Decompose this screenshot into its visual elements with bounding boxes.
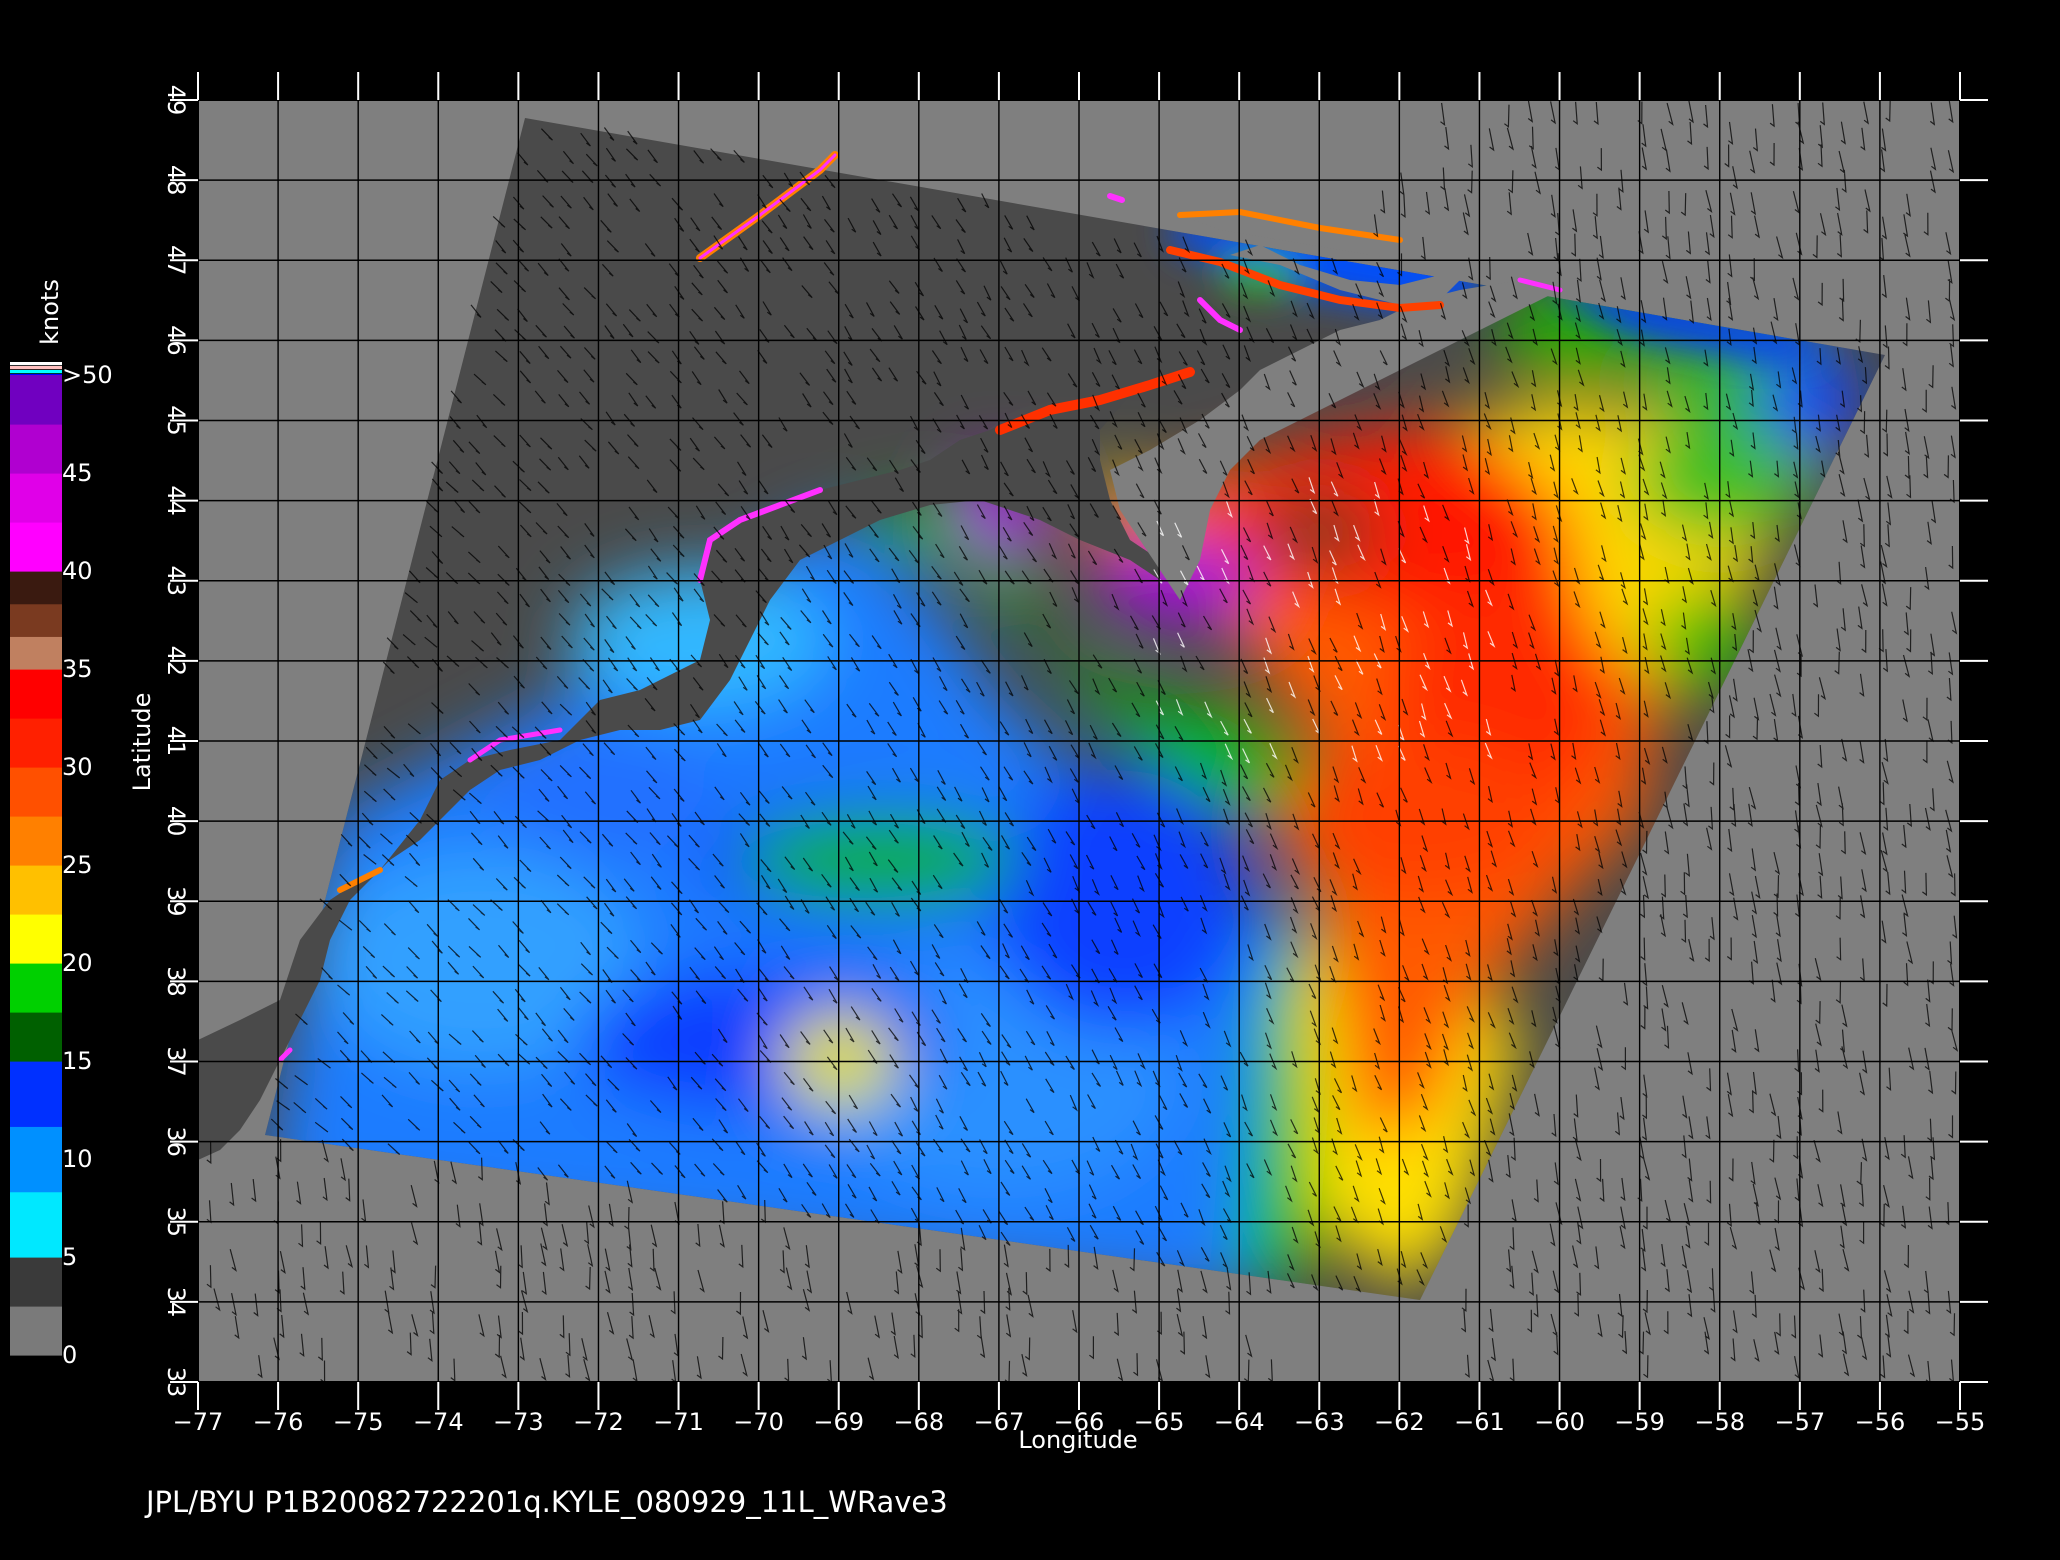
colorbar-label-0: >50 xyxy=(62,361,113,389)
colorbar: >50 45 40 35 30 25 20 15 10 5 0 knots xyxy=(10,279,113,1369)
x-tick-label-12: −65 xyxy=(1134,1408,1185,1436)
x-tick-label-2: −75 xyxy=(333,1408,384,1436)
colorbar-band-7-1 xyxy=(10,375,62,425)
y-tick-label-8: 41 xyxy=(162,726,190,757)
x-tick-label-1: −76 xyxy=(253,1408,304,1436)
colorbar-top-stripes xyxy=(10,362,62,378)
colorbar-band-5-0 xyxy=(10,636,62,670)
colorbar-stripe-0 xyxy=(10,362,62,366)
x-tick-label-9: −68 xyxy=(893,1408,944,1436)
colorbar-band-3-0 xyxy=(10,914,62,964)
y-tick-label-11: 44 xyxy=(162,485,190,516)
colorbar-band-4-0 xyxy=(10,718,62,768)
colorbar-label-10: 0 xyxy=(62,1341,77,1369)
y-tick-label-10: 43 xyxy=(162,565,190,596)
colorbar-label-3: 35 xyxy=(62,655,93,683)
x-tick-label-13: −64 xyxy=(1214,1408,1265,1436)
y-tick-label-13: 46 xyxy=(162,325,190,356)
y-axis-tick-labels: 33 34 35 36 37 38 39 40 41 42 43 44 45 46 47 48 49 xyxy=(162,85,190,1398)
colorbar-band-4-1 xyxy=(10,669,62,719)
x-tick-label-20: −57 xyxy=(1774,1408,1825,1436)
colorbar-label-9: 5 xyxy=(62,1243,77,1271)
x-tick-label-22: −55 xyxy=(1935,1408,1986,1436)
colorbar-band-5-2 xyxy=(10,571,62,605)
colorbar-label-4: 30 xyxy=(62,753,93,781)
y-tick-label-1: 34 xyxy=(162,1287,190,1318)
colorbar-band-0-0 xyxy=(10,1306,62,1356)
x-tick-label-6: −71 xyxy=(653,1408,704,1436)
y-tick-label-2: 35 xyxy=(162,1206,190,1237)
x-tick-label-16: −61 xyxy=(1454,1408,1505,1436)
y-tick-label-16: 49 xyxy=(162,85,190,116)
colorbar-band-1-2 xyxy=(10,1061,62,1127)
colorbar-band-6-1 xyxy=(10,473,62,523)
x-tick-label-21: −56 xyxy=(1855,1408,1906,1436)
y-tick-label-7: 40 xyxy=(162,806,190,837)
colorbar-band-1-0 xyxy=(10,1191,62,1258)
x-tick-label-0: −77 xyxy=(173,1408,224,1436)
colorbar-band-3-2 xyxy=(10,816,62,866)
colorbar-label-6: 20 xyxy=(62,949,93,977)
wind-map-figure: −77 −76 −75 −74 −73 −72 −71 −70 −69 −68 −67 −66 −65−… xyxy=(10,72,1988,1519)
y-tick-label-12: 45 xyxy=(162,405,190,436)
x-tick-label-17: −60 xyxy=(1534,1408,1585,1436)
colorbar-band-2-1 xyxy=(10,963,62,1013)
colorbar-bands xyxy=(10,375,62,1356)
colorbar-band-3-3 xyxy=(10,767,62,817)
x-tick-label-7: −70 xyxy=(733,1408,784,1436)
y-tick-label-15: 48 xyxy=(162,165,190,196)
colorbar-band-5-1 xyxy=(10,603,62,637)
colorbar-label-2: 40 xyxy=(62,557,93,585)
x-tick-label-8: −69 xyxy=(813,1408,864,1436)
y-tick-label-9: 42 xyxy=(162,646,190,677)
colorbar-labels: >50 45 40 35 30 25 20 15 10 5 0 xyxy=(62,361,113,1369)
footer-source-text: JPL/BYU P1B20082722201q.KYLE_080929_11L_… xyxy=(144,1485,948,1519)
y-tick-label-14: 47 xyxy=(162,245,190,276)
colorbar-band-0-1 xyxy=(10,1257,62,1307)
x-tick-label-14: −63 xyxy=(1294,1408,1345,1436)
colorbar-stripe-1 xyxy=(10,366,62,370)
colorbar-label-5: 25 xyxy=(62,851,93,879)
colorbar-band-1-1 xyxy=(10,1126,62,1193)
y-tick-label-4: 37 xyxy=(162,1046,190,1077)
y-tick-label-3: 36 xyxy=(162,1126,190,1157)
y-tick-label-6: 39 xyxy=(162,886,190,917)
x-tick-label-10: −67 xyxy=(974,1408,1025,1436)
y-tick-label-0: 33 xyxy=(162,1367,190,1398)
x-tick-label-18: −59 xyxy=(1614,1408,1665,1436)
x-tick-label-15: −62 xyxy=(1374,1408,1425,1436)
y-tick-label-5: 38 xyxy=(162,966,190,997)
colorbar-band-3-1 xyxy=(10,865,62,915)
x-tick-label-3: −74 xyxy=(413,1408,464,1436)
x-axis-label: Longitude xyxy=(1018,1426,1137,1454)
x-tick-label-5: −72 xyxy=(573,1408,624,1436)
x-tick-label-4: −73 xyxy=(493,1408,544,1436)
x-tick-label-19: −58 xyxy=(1694,1408,1745,1436)
colorbar-band-6-0 xyxy=(10,522,62,572)
colorbar-band-2-0 xyxy=(10,1012,62,1062)
colorbar-stripe-2 xyxy=(10,370,62,374)
colorbar-label-1: 45 xyxy=(62,459,93,487)
colorbar-unit-label: knots xyxy=(36,279,64,345)
colorbar-label-7: 15 xyxy=(62,1047,93,1075)
y-axis-label: Latitude xyxy=(128,693,156,792)
colorbar-band-7-0 xyxy=(10,424,62,474)
colorbar-label-8: 10 xyxy=(62,1145,93,1173)
